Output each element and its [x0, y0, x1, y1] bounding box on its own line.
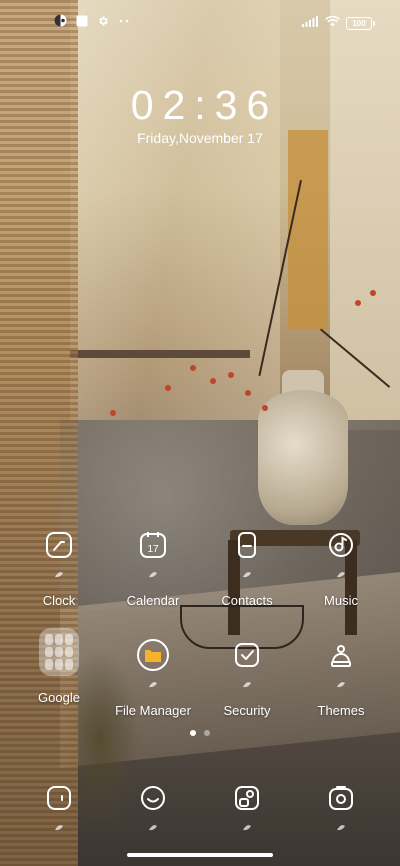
wallpaper-berry [228, 372, 234, 378]
folder-app-icon [133, 635, 173, 675]
status-left [54, 14, 130, 27]
wallpaper-berry [370, 290, 376, 296]
more-dots-icon [117, 14, 130, 27]
gear-icon [96, 14, 109, 27]
leaf-icon [243, 572, 251, 578]
leaf-icon [149, 825, 157, 831]
app-security[interactable]: Security [201, 635, 293, 718]
wallpaper-berry [110, 410, 116, 416]
wallpaper-window [288, 130, 328, 330]
leaf-icon [243, 825, 251, 831]
dock-app-phone[interactable] [13, 778, 105, 836]
leaf-icon [337, 682, 345, 688]
leaf-icon [55, 825, 63, 831]
page-dot[interactable] [204, 730, 210, 736]
home-gesture-bar[interactable] [127, 853, 273, 857]
app-folder-google[interactable]: Google [13, 628, 105, 705]
leaf-icon [337, 572, 345, 578]
google-folder-icon [39, 628, 79, 676]
app-themes[interactable]: Themes [295, 635, 387, 718]
square-notification-icon [75, 14, 88, 27]
app-label: Calendar [126, 593, 180, 608]
calendar-app-icon: 17 [133, 525, 173, 565]
wifi-icon [325, 14, 340, 32]
wallpaper-table [70, 350, 250, 358]
message-smile-icon [133, 778, 173, 818]
app-label: Themes [317, 703, 365, 718]
wallpaper-berry [355, 300, 361, 306]
app-label: Security [223, 703, 271, 718]
app-contacts[interactable]: Contacts [201, 525, 293, 608]
app-label: Clock [42, 593, 76, 608]
leaf-icon [337, 825, 345, 831]
leaf-icon [149, 572, 157, 578]
wallpaper-berry [245, 390, 251, 396]
status-bar: 100 [0, 0, 400, 40]
calendar-day-text: 17 [147, 544, 159, 555]
leaf-icon [55, 572, 63, 578]
themes-app-icon [321, 635, 361, 675]
app-calendar[interactable]: 17 Calendar [107, 525, 199, 608]
wallpaper-berry [190, 365, 196, 371]
wallpaper-vase [258, 390, 348, 525]
page-dot-active[interactable] [190, 730, 196, 736]
app-label: File Manager [115, 703, 191, 718]
app-label: Google [38, 690, 80, 705]
wallpaper-berry [165, 385, 171, 391]
clock-date[interactable]: Friday,November 17 [0, 130, 400, 146]
shield-check-icon [227, 635, 267, 675]
app-label: Contacts [221, 593, 273, 608]
phone-app-icon [39, 778, 79, 818]
battery-indicator: 100 [346, 16, 375, 30]
dock-app-messages[interactable] [107, 778, 199, 836]
leaf-icon [149, 682, 157, 688]
app-music[interactable]: Music [295, 525, 387, 608]
dock-app-camera[interactable] [295, 778, 387, 836]
contacts-app-icon [227, 525, 267, 565]
app-clock[interactable]: Clock [13, 525, 105, 608]
signal-bars-icon [302, 14, 319, 32]
clock-time[interactable]: 02:36 [0, 82, 400, 129]
wallpaper-berry [210, 378, 216, 384]
color-palette-icon [54, 14, 67, 27]
status-right: 100 [302, 14, 375, 32]
wallpaper-berry [262, 405, 268, 411]
app-label: Music [324, 593, 358, 608]
page-indicator[interactable] [0, 730, 400, 736]
clock-app-icon [39, 525, 79, 565]
dock-app-gallery[interactable] [201, 778, 293, 836]
gallery-app-icon [227, 778, 267, 818]
app-file-manager[interactable]: File Manager [107, 635, 199, 718]
music-app-icon [321, 525, 361, 565]
camera-app-icon [321, 778, 361, 818]
leaf-icon [243, 682, 251, 688]
